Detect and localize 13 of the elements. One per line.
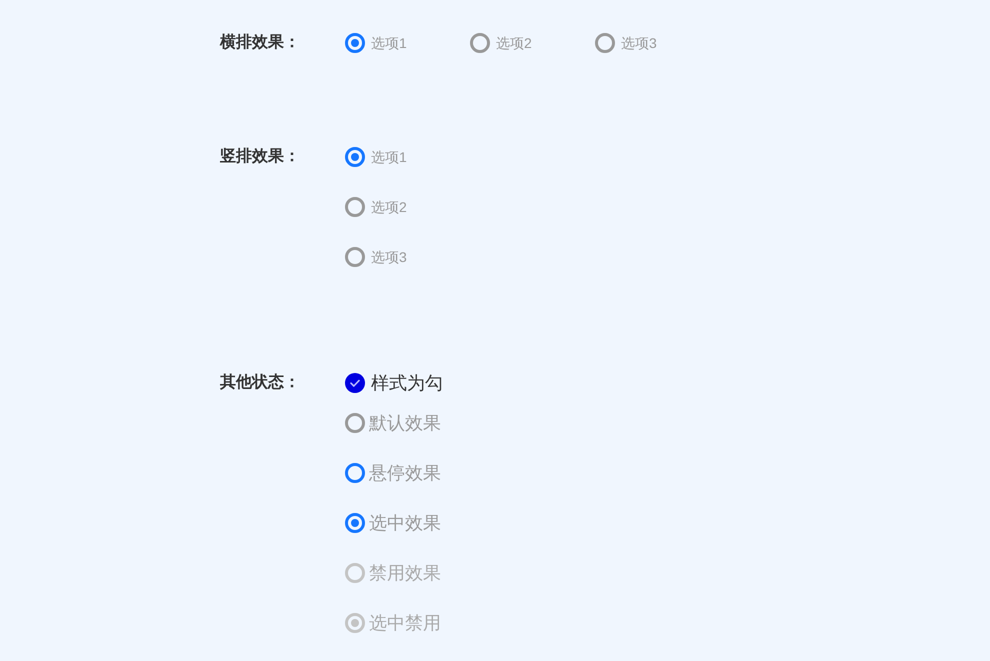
- radio-option[interactable]: 选项3: [345, 247, 407, 267]
- radio-option[interactable]: 选中效果: [345, 511, 441, 535]
- section-label: 其他状态：: [220, 372, 300, 393]
- radio-option[interactable]: 选项2: [345, 197, 407, 217]
- radio-option[interactable]: 默认效果: [345, 411, 441, 435]
- radio-option[interactable]: 样式为勾: [345, 371, 443, 395]
- section-label: 竖排效果：: [220, 147, 300, 167]
- section-label: 横排效果：: [220, 33, 300, 53]
- radio-option[interactable]: 悬停效果: [345, 461, 441, 485]
- radio-option[interactable]: 选项3: [595, 33, 657, 53]
- radio-option[interactable]: 选项1: [345, 33, 407, 53]
- radio-option[interactable]: 选项2: [470, 33, 532, 53]
- radio-option[interactable]: 选项1: [345, 147, 407, 167]
